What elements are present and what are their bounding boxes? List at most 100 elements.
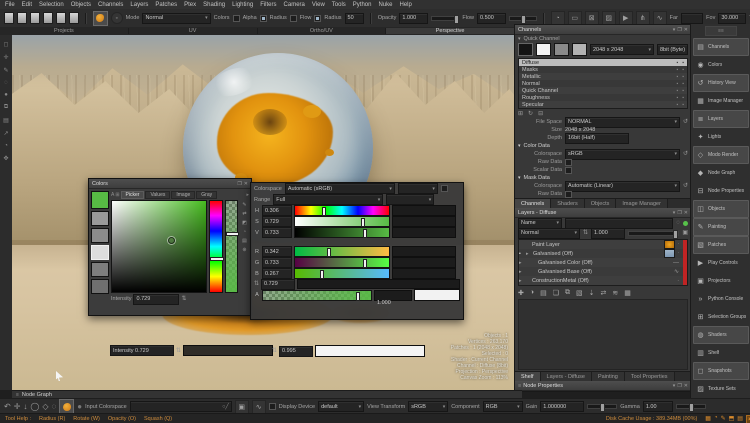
mini-track[interactable] bbox=[297, 279, 460, 289]
panel-menu-icon[interactable]: ▾ bbox=[673, 383, 676, 389]
eraser-tool-icon[interactable]: ◦ bbox=[111, 12, 123, 24]
projection-through-icon[interactable]: ⊠ bbox=[585, 11, 599, 25]
red-slider[interactable] bbox=[294, 246, 390, 257]
picker-option-icon[interactable]: ◔ bbox=[243, 229, 246, 235]
gray-swatch[interactable] bbox=[91, 262, 109, 277]
swap-colors-icon[interactable]: ⇄ bbox=[242, 211, 246, 217]
remove-layer-icon[interactable]: ▦ bbox=[624, 289, 631, 297]
flow-slider[interactable] bbox=[509, 16, 537, 21]
colorspace-checkbox[interactable] bbox=[441, 185, 448, 192]
channel-swatch-white[interactable] bbox=[536, 43, 551, 56]
palette-button-objects[interactable]: ◫Objects bbox=[693, 200, 749, 218]
menu-view[interactable]: View bbox=[312, 2, 325, 8]
fov-field[interactable]: 30.000 bbox=[718, 13, 746, 24]
gray-swatch[interactable] bbox=[91, 211, 109, 226]
menu-edit[interactable]: Edit bbox=[22, 2, 32, 8]
circle-brush-icon[interactable]: ◯ bbox=[30, 403, 39, 411]
add-procedural-icon[interactable]: ▤ bbox=[540, 289, 547, 297]
alpha-white-swatch[interactable] bbox=[414, 289, 460, 301]
status-grid-icon[interactable]: ▦ bbox=[705, 415, 711, 423]
add-adjustment-icon[interactable]: ◑ bbox=[530, 289, 534, 296]
floating-intensity-stepper[interactable]: ⇅ bbox=[176, 348, 181, 354]
menu-tools[interactable]: Tools bbox=[332, 2, 346, 8]
gray-swatch[interactable] bbox=[91, 228, 109, 243]
channel-row[interactable]: Quick Channel▪▪ bbox=[519, 87, 687, 94]
lut-checkbox[interactable] bbox=[269, 403, 276, 410]
save-project-icon[interactable] bbox=[30, 12, 40, 24]
reset-colors-icon[interactable]: ◩ bbox=[242, 220, 247, 226]
radius-field[interactable]: 50 bbox=[345, 13, 365, 24]
value-slider[interactable] bbox=[294, 227, 390, 238]
palette-button-patches[interactable]: ▧Patches bbox=[693, 236, 749, 254]
status-list-icon[interactable]: ▤ bbox=[737, 415, 743, 423]
merge-layers-icon[interactable]: ⇣ bbox=[589, 289, 595, 297]
layer-scrollbar-thumb[interactable] bbox=[683, 240, 687, 285]
floating-alpha-stepper[interactable]: ⇅ bbox=[272, 348, 277, 354]
layer-row-group[interactable]: •▸Galvanised (Off) ∙ bbox=[519, 249, 687, 258]
picker-option-icon[interactable]: ▤ bbox=[242, 238, 247, 244]
mask-colorspace-reset-icon[interactable]: ↺ bbox=[683, 183, 688, 189]
transfer-layer-icon[interactable]: ⇄ bbox=[601, 289, 607, 297]
palette-button-python-console[interactable]: »Python Console bbox=[693, 290, 749, 308]
palette-button-node-properties[interactable]: ⊟Node Properties bbox=[693, 182, 749, 200]
palette-button-modo-render[interactable]: ◇Modo Render bbox=[693, 146, 749, 164]
channel-swatch-lightgray[interactable] bbox=[572, 43, 587, 56]
tab-uv[interactable]: UV bbox=[129, 28, 258, 34]
mini-stepper[interactable]: ⇅ bbox=[254, 281, 259, 287]
status-active-icon[interactable]: ✱ bbox=[746, 415, 750, 423]
red-numeric-box[interactable] bbox=[392, 246, 456, 257]
far-field[interactable] bbox=[681, 13, 703, 24]
gray-swatch-selected[interactable] bbox=[91, 245, 109, 260]
mode-dropdown[interactable]: Normal bbox=[142, 13, 210, 24]
dock-tab-image-manager[interactable]: Image Manager bbox=[616, 199, 668, 208]
layer-opacity-slider[interactable] bbox=[628, 231, 679, 236]
dock-tab-channels[interactable]: Channels bbox=[515, 199, 551, 208]
view-transform-dropdown[interactable]: sRGB bbox=[408, 401, 448, 412]
saturation-numeric-box[interactable] bbox=[392, 216, 456, 227]
tab-image[interactable]: Image bbox=[171, 191, 195, 199]
panel-close-icon[interactable]: ✕ bbox=[684, 383, 688, 389]
gamma-field[interactable]: 1.00 bbox=[643, 401, 673, 412]
gamma-slider[interactable] bbox=[676, 404, 706, 409]
flow-field[interactable]: 0.500 bbox=[477, 13, 506, 24]
paint-tool-button[interactable] bbox=[93, 11, 108, 26]
color-data-expander[interactable]: ▾ bbox=[518, 143, 521, 149]
layer-scrollbar-track[interactable] bbox=[683, 240, 687, 285]
input-colorspace-field[interactable]: ○╱ bbox=[130, 401, 232, 412]
layer-row[interactable]: Paint Layer ∙ bbox=[519, 240, 687, 249]
palette-button-play-controls[interactable]: ▶Play Controls bbox=[693, 254, 749, 272]
intensity-stepper[interactable]: ⇅ bbox=[181, 296, 186, 302]
palette-button-layers[interactable]: ≣Layers bbox=[693, 110, 749, 128]
colorspace-reset-icon[interactable]: ↺ bbox=[683, 151, 688, 157]
opacity-field[interactable]: 1.000 bbox=[399, 13, 428, 24]
clone-tool-icon[interactable]: ⧉ bbox=[4, 104, 8, 111]
flow-checkbox[interactable] bbox=[290, 15, 297, 22]
mini-value-field[interactable]: 0.729 bbox=[261, 279, 295, 290]
palette-button-history-view[interactable]: ↺History View bbox=[693, 74, 749, 92]
gain-field[interactable]: 1.000000 bbox=[540, 401, 584, 412]
sv-picker-square[interactable] bbox=[111, 200, 207, 293]
blue-numeric-box[interactable] bbox=[392, 268, 456, 279]
undo-icon[interactable]: ↶ bbox=[4, 403, 11, 411]
dock-tab-shelf[interactable]: Shelf bbox=[515, 372, 541, 381]
status-layers-icon[interactable]: ⬒ bbox=[729, 415, 735, 423]
projection-on-icon[interactable]: ◔ bbox=[551, 11, 565, 25]
alpha-strip[interactable] bbox=[225, 200, 238, 293]
component-dropdown[interactable]: RGB bbox=[483, 401, 523, 412]
gradient-tool-icon[interactable]: ▤ bbox=[3, 117, 9, 124]
file-space-reset-icon[interactable]: ↺ bbox=[683, 119, 688, 125]
palette-button-selection-groups[interactable]: ⊞Selection Groups bbox=[693, 308, 749, 326]
picker-option-icon[interactable]: ⊕ bbox=[242, 247, 246, 253]
value-numeric-box[interactable] bbox=[392, 227, 456, 238]
menu-lighting[interactable]: Lighting bbox=[232, 2, 253, 8]
menu-ptex[interactable]: Ptex bbox=[184, 2, 196, 8]
tab-ortho-uv[interactable]: Ortho/UV bbox=[258, 28, 387, 34]
vector-tool-icon[interactable]: ↗ bbox=[3, 130, 8, 137]
panel-menu-icon[interactable]: ▾ bbox=[673, 27, 676, 33]
remove-channel-icon[interactable]: ⊟ bbox=[538, 111, 543, 117]
palettes-toolbar-grip[interactable]: ≡≡ bbox=[705, 26, 737, 36]
channel-depth-dropdown[interactable]: 8bit (Byte) bbox=[657, 44, 688, 55]
alpha-checkbox[interactable] bbox=[233, 15, 240, 22]
eyedropper-icon[interactable]: ✎ bbox=[242, 202, 246, 208]
channel-row-selected[interactable]: Diffuse▪▪ bbox=[519, 59, 687, 66]
